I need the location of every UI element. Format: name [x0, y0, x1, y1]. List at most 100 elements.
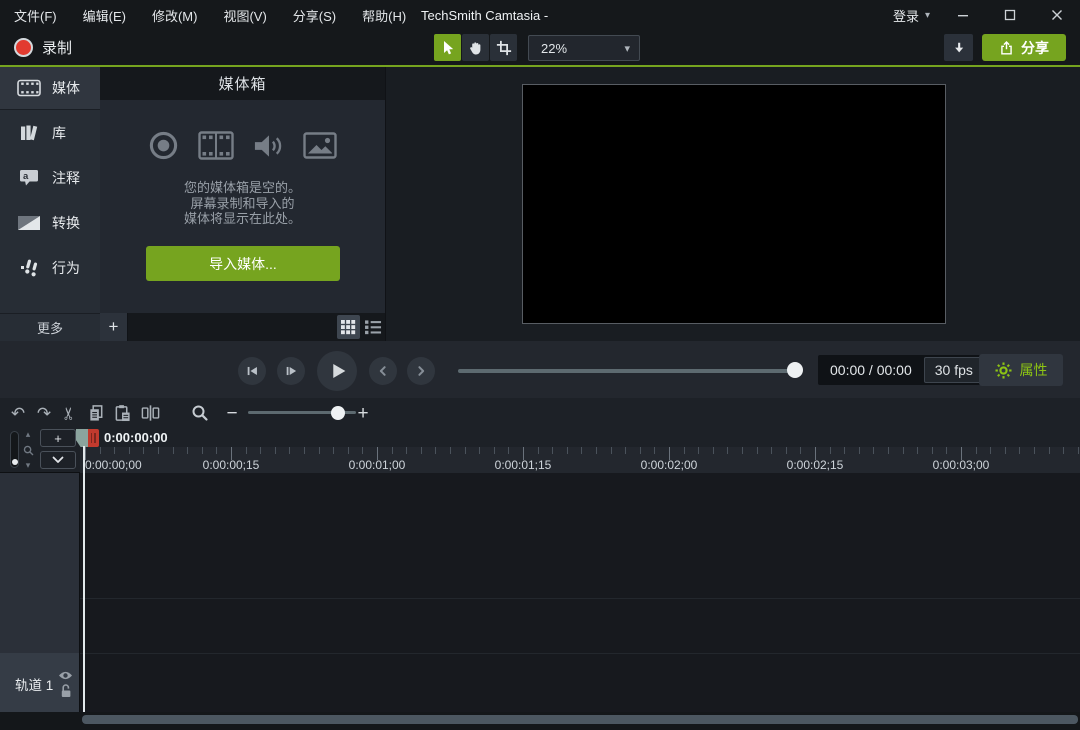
- zoom-in-button[interactable]: +: [353, 398, 373, 428]
- ruler-tick: [684, 447, 685, 454]
- sidebar-more-button[interactable]: 更多: [0, 313, 100, 341]
- ruler-label: 0:00:00;00: [85, 458, 142, 472]
- list-icon: [365, 319, 382, 335]
- list-view-button[interactable]: [362, 315, 385, 339]
- ruler-tick: [581, 447, 582, 454]
- import-media-button[interactable]: 导入媒体...: [146, 246, 340, 281]
- ruler-tick: [800, 447, 801, 454]
- previous-frame-button[interactable]: [238, 357, 266, 385]
- media-bin-title: 媒体箱: [100, 67, 385, 100]
- crop-tool-button[interactable]: [490, 34, 517, 61]
- login-label: 登录: [893, 6, 919, 25]
- playhead-in-handle[interactable]: [76, 429, 88, 447]
- ruler-tick: [1034, 447, 1035, 454]
- step-forward-icon: [282, 362, 300, 380]
- ruler-tick: [538, 447, 539, 454]
- canvas-zoom-dropdown[interactable]: 22% ▾: [528, 35, 640, 61]
- record-button[interactable]: 录制: [6, 30, 80, 65]
- close-button[interactable]: [1034, 0, 1080, 30]
- playhead-out-handle[interactable]: [88, 429, 99, 447]
- grid-view-button[interactable]: [337, 315, 360, 339]
- step-forward-button[interactable]: [277, 357, 305, 385]
- magnifier-icon: [23, 445, 34, 456]
- cursor-tool-button[interactable]: [434, 34, 461, 61]
- redo-button[interactable]: ↷: [32, 398, 56, 428]
- download-icon: [952, 41, 966, 55]
- empty-text-line: 媒体将显示在此处。: [100, 211, 385, 227]
- menu-help[interactable]: 帮助(H): [362, 6, 406, 25]
- eye-icon[interactable]: [58, 670, 73, 681]
- paste-button[interactable]: [110, 398, 134, 428]
- menu-file[interactable]: 文件(F): [14, 6, 57, 25]
- ruler-tick: [129, 447, 130, 454]
- collapse-tracks-button[interactable]: [40, 451, 76, 469]
- title-bar: 文件(F) 编辑(E) 修改(M) 视图(V) 分享(S) 帮助(H) Tech…: [0, 0, 1080, 30]
- export-local-button[interactable]: [944, 34, 973, 61]
- track1-label: 轨道 1: [15, 674, 53, 694]
- cut-button[interactable]: ✂: [57, 398, 81, 428]
- timeline-tracks: 轨道 1: [0, 473, 1080, 712]
- timeline-zoom-button[interactable]: [188, 398, 212, 428]
- ruler-tick: [990, 447, 991, 454]
- seek-slider[interactable]: [458, 369, 800, 373]
- split-button[interactable]: [137, 398, 163, 428]
- share-button[interactable]: 分享: [982, 34, 1066, 61]
- maximize-icon: [1004, 9, 1016, 21]
- tracks-gutter: [0, 473, 80, 653]
- track-height-slider[interactable]: [10, 431, 19, 468]
- pan-tool-button[interactable]: [462, 34, 489, 61]
- horizontal-scrollbar[interactable]: [82, 715, 1078, 724]
- menu-edit[interactable]: 编辑(E): [83, 6, 126, 25]
- ruler-tick: [173, 447, 174, 454]
- track1-header[interactable]: 轨道 1: [0, 653, 80, 712]
- ruler-label: 0:00:00;15: [203, 458, 260, 472]
- ruler-tick: [859, 447, 860, 454]
- sidebar-item-media[interactable]: 媒体: [0, 67, 100, 110]
- sidebar-item-transitions[interactable]: 转换: [0, 200, 100, 245]
- time-display: 00:00 / 00:00 30 fps: [818, 355, 986, 385]
- login-button[interactable]: 登录 ▾: [893, 0, 930, 30]
- track-height-handle[interactable]: [12, 459, 18, 465]
- ruler-tick: [494, 447, 495, 454]
- grip-line: [91, 433, 93, 443]
- previous-clip-button[interactable]: [369, 357, 397, 385]
- sidebar-item-annotations[interactable]: a 注释: [0, 155, 100, 200]
- sidebar-item-library[interactable]: 库: [0, 110, 100, 155]
- add-track-button[interactable]: +: [40, 429, 76, 447]
- lock-open-icon[interactable]: [60, 683, 72, 698]
- menu-modify[interactable]: 修改(M): [152, 6, 198, 25]
- ruler-tick: [158, 447, 159, 454]
- maximize-button[interactable]: [987, 0, 1033, 30]
- ruler-tick: [654, 447, 655, 454]
- ruler-label: 0:00:03;00: [933, 458, 990, 472]
- properties-button[interactable]: 属性: [979, 354, 1063, 386]
- ruler-tick: [567, 447, 568, 454]
- ruler-strip[interactable]: 0:00:00;000:00:00;150:00:01;000:00:01;15…: [80, 447, 1080, 473]
- menu-view[interactable]: 视图(V): [223, 6, 266, 25]
- ruler-tick: [508, 447, 509, 454]
- ruler-tick: [873, 447, 874, 454]
- play-button[interactable]: [317, 351, 357, 391]
- undo-button[interactable]: ↶: [6, 398, 30, 428]
- film-strip-icon: [16, 79, 42, 97]
- zoom-out-button[interactable]: −: [222, 398, 242, 428]
- minimize-button[interactable]: [940, 0, 986, 30]
- media-bin-empty-text: 您的媒体箱是空的。 屏幕录制和导入的 媒体将显示在此处。: [100, 180, 385, 227]
- empty-text-line: 屏幕录制和导入的: [100, 196, 385, 212]
- ruler-tick: [392, 447, 393, 454]
- playhead-line[interactable]: [83, 446, 85, 712]
- seek-slider-handle[interactable]: [787, 362, 803, 378]
- magnifier-icon: [191, 404, 209, 422]
- ruler-label: 0:00:02;15: [787, 458, 844, 472]
- add-media-button[interactable]: +: [100, 313, 128, 341]
- next-clip-button[interactable]: [407, 357, 435, 385]
- ruler-tick: [1005, 447, 1006, 454]
- copy-button[interactable]: [84, 398, 108, 428]
- timeline-ruler[interactable]: ▴ ▾ + 0:00:00;000:00:00;150:00:01;000:00…: [0, 428, 1080, 473]
- sidebar-item-behaviors[interactable]: 行为: [0, 245, 100, 290]
- timeline-zoom-handle[interactable]: [331, 406, 345, 420]
- track-zoom-control[interactable]: ▴ ▾: [22, 430, 34, 470]
- menu-share[interactable]: 分享(S): [293, 6, 336, 25]
- ruler-tick: [713, 447, 714, 454]
- video-icon: [198, 131, 234, 160]
